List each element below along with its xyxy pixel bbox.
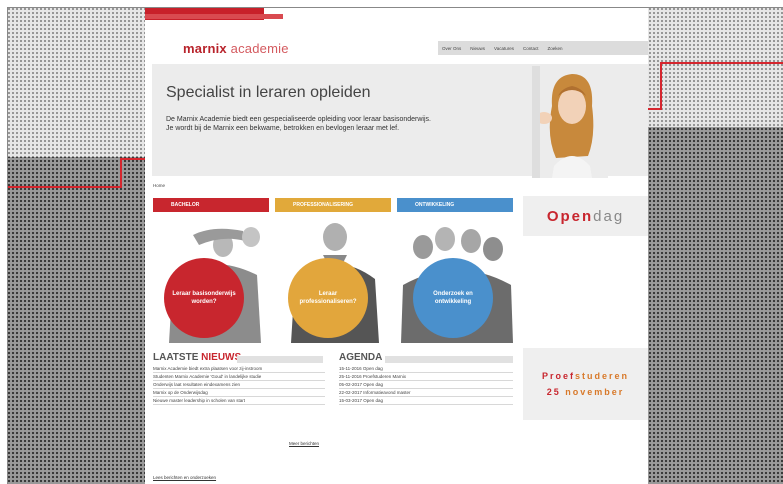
breadcrumb[interactable]: Home bbox=[153, 183, 165, 188]
page-content: marnix academie Over Ons Nieuws Vacature… bbox=[145, 20, 648, 484]
agenda-item[interactable]: 22-02-2017 Informatieavond master bbox=[339, 389, 513, 397]
proef-date-month: november bbox=[560, 387, 625, 397]
open-dag-grey: dag bbox=[593, 207, 625, 225]
accent-line bbox=[660, 62, 783, 64]
accent-line bbox=[120, 158, 145, 160]
category-bachelor-tab[interactable]: BACHELOR bbox=[153, 198, 269, 212]
red-corner-block bbox=[145, 14, 283, 19]
accent-line bbox=[7, 186, 121, 188]
proef-date: 25 november bbox=[547, 387, 625, 397]
top-navigation: Over Ons Nieuws Vacatures Contact Zoeken bbox=[438, 41, 648, 55]
agenda-item[interactable]: 15-03-2017 Open dag bbox=[339, 397, 513, 405]
category-professionalisering-tab[interactable]: PROFESSIONALISERING bbox=[275, 198, 391, 212]
ontwikkeling-circle-button[interactable]: Onderzoek en ontwikkeling bbox=[413, 258, 493, 338]
agenda-item[interactable]: 25-11-2016 Proefstuderen Marnix bbox=[339, 373, 513, 381]
news-heading-rule bbox=[237, 356, 323, 363]
nav-item[interactable]: Over Ons bbox=[442, 46, 461, 51]
news-list: Marnix Academie biedt extra plaatsen voo… bbox=[153, 365, 325, 405]
news-heading-part2: NIEUWS bbox=[201, 352, 242, 363]
nav-item[interactable]: Nieuws bbox=[470, 46, 485, 51]
agenda-item[interactable]: 15-11-2016 Open dag bbox=[339, 365, 513, 373]
news-heading: LAATSTE NIEUWS bbox=[153, 352, 241, 363]
proefstuderen-banner[interactable]: Proefstuderen 25 november bbox=[523, 348, 648, 420]
accent-line bbox=[660, 62, 662, 110]
background-light-right bbox=[648, 7, 783, 127]
hero-text: De Marnix Academie biedt een gespecialis… bbox=[166, 115, 536, 133]
hero-woman-photo bbox=[532, 66, 608, 178]
proef-orange: studeren bbox=[575, 371, 630, 381]
agenda-list: 15-11-2016 Open dag 25-11-2016 Proefstud… bbox=[339, 365, 513, 405]
nav-item[interactable]: Vacatures bbox=[494, 46, 514, 51]
proef-title: Proefstuderen bbox=[542, 371, 629, 381]
accent-line bbox=[120, 158, 122, 188]
background-light-left bbox=[7, 7, 145, 157]
logo-part2: academie bbox=[226, 41, 289, 56]
accent-line bbox=[648, 108, 660, 110]
agenda-heading: AGENDA bbox=[339, 352, 383, 363]
news-item[interactable]: Marnix Academie biedt extra plaatsen voo… bbox=[153, 365, 325, 373]
more-news-link[interactable]: Meer berichten bbox=[289, 441, 319, 446]
news-heading-part1: LAATSTE bbox=[153, 352, 202, 363]
agenda-heading-rule bbox=[385, 356, 513, 363]
news-item[interactable]: Onderwijs laat resultaten eindexamens zi… bbox=[153, 381, 325, 389]
news-item[interactable]: Nieuwe master leadership in scholen van … bbox=[153, 397, 325, 405]
category-ontwikkeling-tab[interactable]: ONTWIKKELING bbox=[397, 198, 513, 212]
news-item[interactable]: Marnix op de Onderwijsdag bbox=[153, 389, 325, 397]
news-item[interactable]: Studenten Marnix Academie 'Goud' in land… bbox=[153, 373, 325, 381]
logo[interactable]: marnix academie bbox=[183, 41, 289, 56]
nav-item[interactable]: Zoeken bbox=[547, 46, 562, 51]
hero-title: Specialist in leraren opleiden bbox=[166, 84, 371, 101]
hero-text-line: Je wordt bij de Marnix een bekwame, betr… bbox=[166, 125, 400, 132]
proef-date-num: 25 bbox=[546, 387, 561, 397]
hero-banner: Specialist in leraren opleiden De Marnix… bbox=[152, 64, 648, 178]
proef-red: Proef bbox=[541, 371, 575, 381]
agenda-item[interactable]: 05-02-2017 Open dag bbox=[339, 381, 513, 389]
open-dag-banner[interactable]: Open dag bbox=[523, 196, 648, 236]
hero-text-line: De Marnix Academie biedt een gespecialis… bbox=[166, 116, 431, 123]
logo-part1: marnix bbox=[183, 41, 227, 56]
bachelor-circle-button[interactable]: Leraar basisonderwijs worden? bbox=[164, 258, 244, 338]
professionalisering-circle-button[interactable]: Leraar professionaliseren? bbox=[288, 258, 368, 338]
open-dag-red: Open bbox=[546, 207, 594, 225]
footer-link[interactable]: Lees berichten en onderzoeken bbox=[153, 475, 216, 480]
nav-item[interactable]: Contact bbox=[523, 46, 539, 51]
